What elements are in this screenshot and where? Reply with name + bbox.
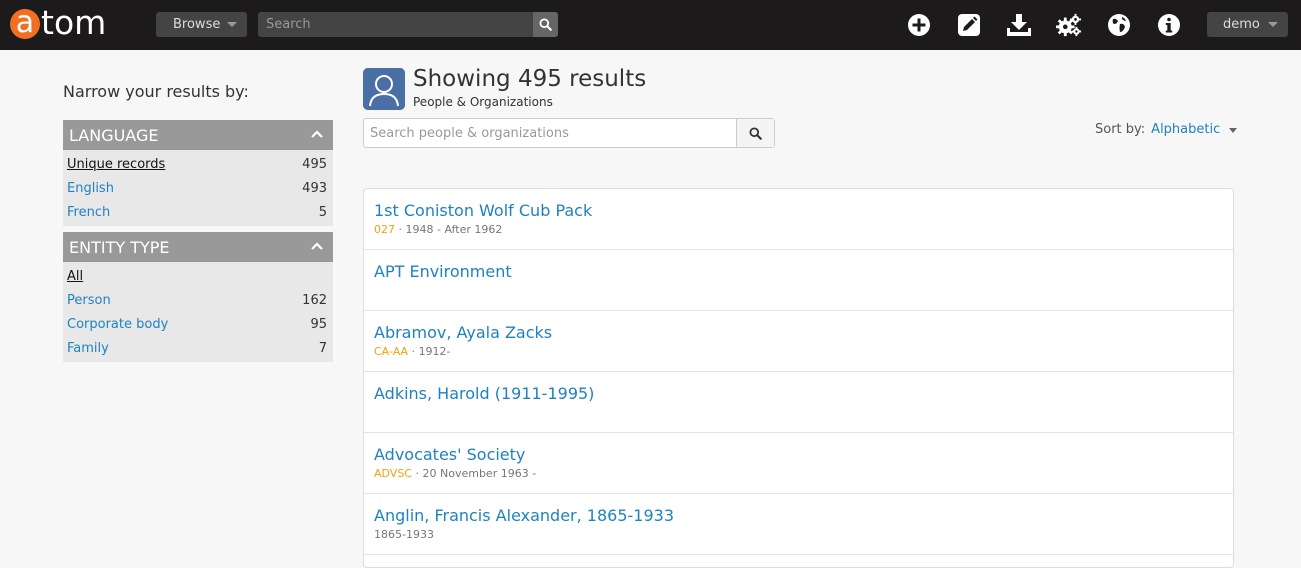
result-dates: 20 November 1963 - — [422, 467, 537, 480]
sort-control[interactable]: Sort by: Alphabetic — [1095, 122, 1238, 137]
sort-value[interactable]: Alphabetic — [1151, 122, 1220, 137]
result-item: 1st Coniston Wolf Cub Pack 027 · 1948 - … — [364, 189, 1233, 250]
browse-label: Browse — [173, 17, 221, 32]
facet-language: LANGUAGE Unique records 495 English 493 … — [63, 120, 333, 226]
global-search — [258, 12, 558, 37]
facet-item-label: All — [67, 268, 84, 284]
globe-icon — [1108, 14, 1130, 36]
facet-entity-type-header[interactable]: ENTITY TYPE — [63, 232, 333, 262]
logo-letter: a — [10, 7, 40, 39]
facet-heading: ENTITY TYPE — [69, 237, 170, 257]
search-icon — [539, 18, 552, 31]
facet-entity-type-list: All Person 162 Corporate body 95 Family … — [63, 262, 333, 362]
facet-item-unique-records[interactable]: Unique records 495 — [63, 152, 333, 176]
facet-item-count: 5 — [318, 204, 327, 220]
facet-item-count: 495 — [302, 156, 327, 172]
result-dates: 1948 - After 1962 — [405, 223, 503, 236]
result-item: APT Environment — [364, 250, 1233, 311]
facet-item-french[interactable]: French 5 — [63, 200, 333, 224]
result-title-link[interactable]: Anglin, Francis Alexander, 1865-1933 — [374, 506, 1233, 525]
user-label: demo — [1223, 17, 1260, 32]
facet-item-label: English — [67, 180, 114, 196]
result-code: CA-AA — [374, 345, 409, 358]
facet-language-header[interactable]: LANGUAGE — [63, 120, 333, 150]
result-meta: 1865-1933 — [374, 528, 1233, 541]
info-icon — [1158, 14, 1180, 36]
facet-item-count: 95 — [310, 316, 327, 332]
result-title-link[interactable]: APT Environment — [374, 262, 1233, 281]
result-dates: 1865-1933 — [374, 528, 434, 541]
narrow-results-title: Narrow your results by: — [63, 82, 249, 101]
facet-item-count: 493 — [302, 180, 327, 196]
user-menu-button[interactable]: demo — [1207, 12, 1288, 37]
result-code: 027 — [374, 223, 395, 236]
facet-item-family[interactable]: Family 7 — [63, 336, 333, 360]
facet-item-label: Person — [67, 292, 111, 308]
settings-icon — [1056, 13, 1082, 37]
atom-logo[interactable]: a tom — [10, 3, 106, 45]
entity-search — [363, 118, 775, 148]
facet-heading: LANGUAGE — [69, 125, 159, 145]
meta-separator: · — [395, 223, 406, 236]
entity-search-input[interactable] — [364, 119, 738, 147]
facet-item-person[interactable]: Person 162 — [63, 288, 333, 312]
import-icon — [1007, 14, 1031, 36]
result-title-link[interactable]: Adkins, Harold (1911-1995) — [374, 384, 1233, 403]
meta-separator: · — [408, 345, 419, 358]
results-list: 1st Coniston Wolf Cub Pack 027 · 1948 - … — [363, 188, 1234, 568]
facet-item-all[interactable]: All — [63, 264, 333, 288]
result-item: Abramov, Ayala Zacks CA-AA · 1912- — [364, 311, 1233, 372]
facet-item-label: Family — [67, 340, 109, 356]
result-item: Anglin, Francis Alexander, 1865-1933 186… — [364, 494, 1233, 555]
result-item: Adkins, Harold (1911-1995) — [364, 372, 1233, 433]
global-search-input[interactable] — [258, 12, 532, 37]
facet-item-corporate-body[interactable]: Corporate body 95 — [63, 312, 333, 336]
settings-button[interactable] — [1056, 12, 1082, 38]
facet-item-label: Unique records — [67, 156, 166, 172]
result-code: ADVSC — [374, 467, 412, 480]
result-title-link[interactable]: 1st Coniston Wolf Cub Pack — [374, 201, 1233, 220]
result-item: Advocates' Society ADVSC · 20 November 1… — [364, 433, 1233, 494]
result-dates: 1912- — [418, 345, 451, 358]
chevron-down-icon — [1268, 22, 1278, 27]
facet-entity-type: ENTITY TYPE All Person 162 Corporate bod… — [63, 232, 333, 362]
facet-language-list: Unique records 495 English 493 French 5 — [63, 150, 333, 226]
result-meta: 027 · 1948 - After 1962 — [374, 223, 1233, 236]
facet-item-count: 162 — [302, 292, 327, 308]
top-navbar: a tom Browse Search demo — [0, 0, 1301, 50]
person-icon — [363, 68, 405, 110]
global-search-button[interactable] — [533, 12, 558, 37]
add-button[interactable] — [906, 12, 932, 38]
search-icon — [749, 126, 762, 140]
edit-icon — [958, 14, 980, 36]
facet-item-count: 7 — [318, 340, 327, 356]
import-button[interactable] — [1006, 12, 1032, 38]
add-icon — [908, 14, 930, 36]
result-meta: CA-AA · 1912- — [374, 345, 1233, 358]
chevron-down-icon — [1229, 127, 1238, 133]
logo-text: tom — [41, 2, 107, 42]
info-button[interactable] — [1156, 12, 1182, 38]
result-title-link[interactable]: Abramov, Ayala Zacks — [374, 323, 1233, 342]
language-button[interactable] — [1106, 12, 1132, 38]
chevron-up-icon — [311, 242, 323, 250]
browse-menu-button[interactable]: Browse — [156, 12, 247, 37]
edit-button[interactable] — [956, 12, 982, 38]
entity-search-button[interactable] — [736, 119, 774, 147]
result-meta: ADVSC · 20 November 1963 - — [374, 467, 1233, 480]
result-title-link[interactable]: Advocates' Society — [374, 445, 1233, 464]
sort-label: Sort by: — [1095, 122, 1146, 137]
facet-item-label: Corporate body — [67, 316, 169, 332]
facet-item-label: French — [67, 204, 111, 220]
page-title: Showing 495 results — [413, 66, 647, 92]
chevron-up-icon — [311, 130, 323, 138]
page-subtitle: People & Organizations — [413, 95, 553, 109]
chevron-down-icon — [227, 22, 237, 27]
meta-separator: · — [412, 467, 423, 480]
facet-item-english[interactable]: English 493 — [63, 176, 333, 200]
